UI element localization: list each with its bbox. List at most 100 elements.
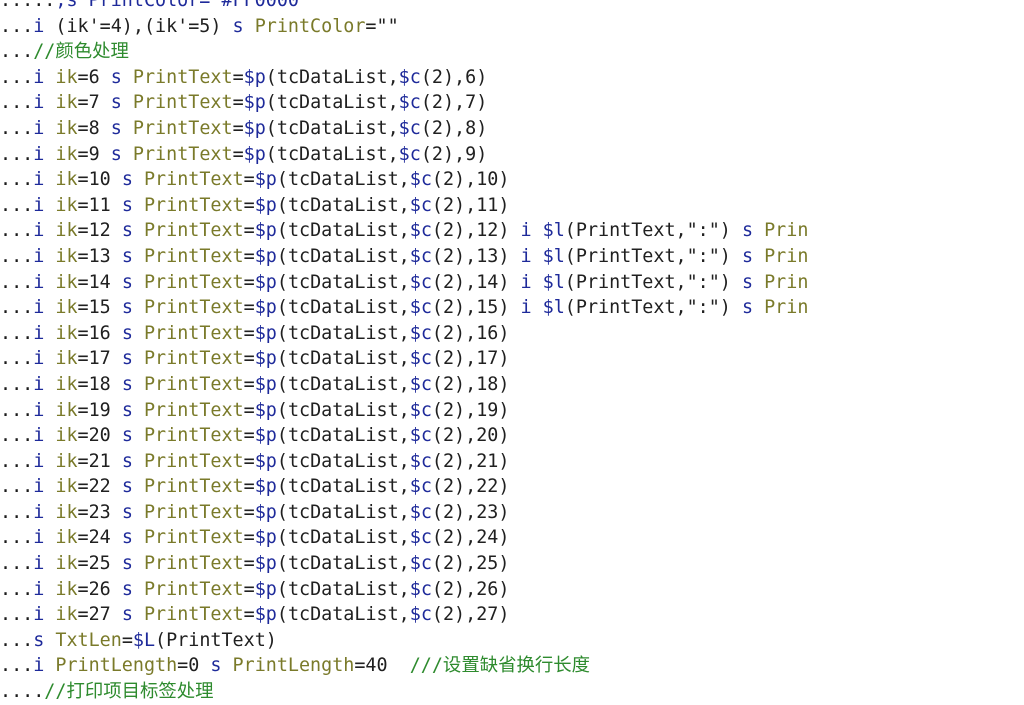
- code-token-dots: ...: [0, 348, 34, 370]
- code-token-txt: =: [243, 476, 255, 498]
- code-token-var: PrintText: [143, 322, 244, 344]
- code-token-txt: =12: [77, 220, 122, 242]
- code-token-txt: =8: [77, 117, 111, 139]
- code-token-dots: ...: [0, 143, 34, 165]
- code-line[interactable]: ...i ik=8 s PrintText=$p(tcDataList,$c(2…: [0, 116, 1024, 142]
- code-line[interactable]: ...//颜色处理: [0, 39, 1024, 65]
- code-line[interactable]: ...i ik=13 s PrintText=$p(tcDataList,$c(…: [0, 244, 1024, 270]
- code-token-fn: $c: [409, 220, 432, 242]
- code-line[interactable]: ...s TxtLen=$L(PrintText): [0, 628, 1024, 654]
- code-token-txt: =13: [77, 245, 122, 267]
- code-token-var: PrintText: [143, 553, 244, 575]
- code-token-txt: (tcDataList,: [265, 117, 399, 139]
- code-token-fn: $p: [254, 373, 277, 395]
- code-line[interactable]: ...i ik=16 s PrintText=$p(tcDataList,$c(…: [0, 321, 1024, 347]
- code-line[interactable]: ...i ik=23 s PrintText=$p(tcDataList,$c(…: [0, 500, 1024, 526]
- code-line[interactable]: ...i ik=15 s PrintText=$p(tcDataList,$c(…: [0, 295, 1024, 321]
- code-line[interactable]: ...i ik=22 s PrintText=$p(tcDataList,$c(…: [0, 474, 1024, 500]
- code-token-kw: s: [210, 655, 233, 677]
- code-token-dots: ...: [0, 501, 34, 523]
- code-token-kw: s: [121, 501, 144, 523]
- code-token-txt: (tcDataList,: [276, 169, 410, 191]
- code-token-fn: $c: [409, 604, 432, 626]
- code-token-var: ik: [55, 92, 78, 114]
- code-token-txt: =: [243, 604, 255, 626]
- code-token-dots: ...: [0, 578, 34, 600]
- code-token-kw: i: [33, 220, 56, 242]
- code-token-var: Prin: [764, 271, 809, 293]
- code-token-kw: i: [520, 245, 543, 267]
- code-token-var: ik: [55, 450, 78, 472]
- code-token-kw: i: [520, 297, 543, 319]
- code-token-kw: i: [520, 220, 543, 242]
- code-token-kw: s: [121, 578, 144, 600]
- code-token-txt: =: [243, 169, 255, 191]
- code-token-txt: (tcDataList,: [276, 322, 410, 344]
- code-token-dots: ...: [0, 527, 34, 549]
- code-token-kw: i: [33, 527, 56, 549]
- code-token-kw: s: [121, 322, 144, 344]
- code-token-var: PrintText: [143, 476, 244, 498]
- code-token-kw: i: [33, 373, 56, 395]
- code-token-dots: ...: [0, 194, 34, 216]
- code-line[interactable]: ...i ik=6 s PrintText=$p(tcDataList,$c(2…: [0, 65, 1024, 91]
- code-token-txt: =27: [77, 604, 122, 626]
- code-token-kw: i: [33, 117, 56, 139]
- code-token-txt: (PrintText,":"): [564, 220, 742, 242]
- code-token-fn: $p: [254, 322, 277, 344]
- code-token-dots: ...: [0, 399, 34, 421]
- code-token-dots: ...: [0, 15, 34, 37]
- code-line[interactable]: ...i ik=10 s PrintText=$p(tcDataList,$c(…: [0, 167, 1024, 193]
- code-token-txt: (2),7): [420, 92, 488, 114]
- code-token-fn: $p: [243, 117, 266, 139]
- code-token-fn: $c: [409, 297, 432, 319]
- code-line[interactable]: ....//打印项目标签处理: [0, 679, 1024, 705]
- code-line[interactable]: ...i PrintLength=0 s PrintLength=40 ///设…: [0, 653, 1024, 679]
- code-token-var: PrintText: [143, 245, 244, 267]
- code-line[interactable]: ...i ik=21 s PrintText=$p(tcDataList,$c(…: [0, 449, 1024, 475]
- code-line[interactable]: ...i ik=12 s PrintText=$p(tcDataList,$c(…: [0, 218, 1024, 244]
- code-token-fn: $p: [254, 527, 277, 549]
- code-token-fn: $p: [254, 271, 277, 293]
- code-token-fn: $c: [409, 578, 432, 600]
- code-line[interactable]: ...i ik=11 s PrintText=$p(tcDataList,$c(…: [0, 193, 1024, 219]
- code-token-txt: =11: [77, 194, 122, 216]
- code-line[interactable]: ...i ik=25 s PrintText=$p(tcDataList,$c(…: [0, 551, 1024, 577]
- code-token-var: ik: [55, 143, 78, 165]
- code-token-kw: s: [121, 169, 144, 191]
- code-line[interactable]: ...i ik=14 s PrintText=$p(tcDataList,$c(…: [0, 270, 1024, 296]
- code-token-fn: $p: [243, 92, 266, 114]
- code-token-var: ik: [55, 194, 78, 216]
- code-line[interactable]: ...i ik=18 s PrintText=$p(tcDataList,$c(…: [0, 372, 1024, 398]
- code-token-txt: (2),11): [431, 194, 510, 216]
- code-token-kw: i: [33, 66, 56, 88]
- code-token-fn: $p: [254, 297, 277, 319]
- code-token-dots: ...: [0, 629, 34, 651]
- code-token-var: ik: [55, 527, 78, 549]
- code-token-dots: ...: [0, 450, 34, 472]
- code-token-cmt: //颜色处理: [33, 41, 129, 63]
- code-token-txt: (PrintText,":"): [564, 297, 742, 319]
- code-line[interactable]: ...i ik=19 s PrintText=$p(tcDataList,$c(…: [0, 398, 1024, 424]
- code-line[interactable]: ...i ik=17 s PrintText=$p(tcDataList,$c(…: [0, 346, 1024, 372]
- code-token-kw: s: [121, 425, 144, 447]
- code-line[interactable]: ...i (ik'=4),(ik'=5) s PrintColor="": [0, 14, 1024, 40]
- code-token-fn: $c: [409, 169, 432, 191]
- code-line[interactable]: ...i ik=20 s PrintText=$p(tcDataList,$c(…: [0, 423, 1024, 449]
- code-line[interactable]: .....;s PrintColor="#FF0000": [0, 0, 1024, 14]
- code-token-txt: =: [243, 399, 255, 421]
- code-token-var: ik: [55, 399, 78, 421]
- code-line[interactable]: ...i ik=7 s PrintText=$p(tcDataList,$c(2…: [0, 90, 1024, 116]
- code-editor[interactable]: .....;s PrintColor="#FF0000" ...i (ik'=4)…: [0, 0, 1024, 702]
- code-line[interactable]: ...i ik=24 s PrintText=$p(tcDataList,$c(…: [0, 525, 1024, 551]
- code-token-var: PrintText: [143, 169, 244, 191]
- code-token-txt: =: [243, 348, 255, 370]
- code-token-txt: (tcDataList,: [276, 297, 410, 319]
- code-line[interactable]: ...i ik=9 s PrintText=$p(tcDataList,$c(2…: [0, 142, 1024, 168]
- code-token-txt: (2),27): [431, 604, 510, 626]
- code-line[interactable]: ...i ik=27 s PrintText=$p(tcDataList,$c(…: [0, 602, 1024, 628]
- code-token-fn: $c: [409, 476, 432, 498]
- code-token-fn: $c: [409, 501, 432, 523]
- code-line[interactable]: ...i ik=26 s PrintText=$p(tcDataList,$c(…: [0, 577, 1024, 603]
- code-token-dots: ...: [0, 245, 34, 267]
